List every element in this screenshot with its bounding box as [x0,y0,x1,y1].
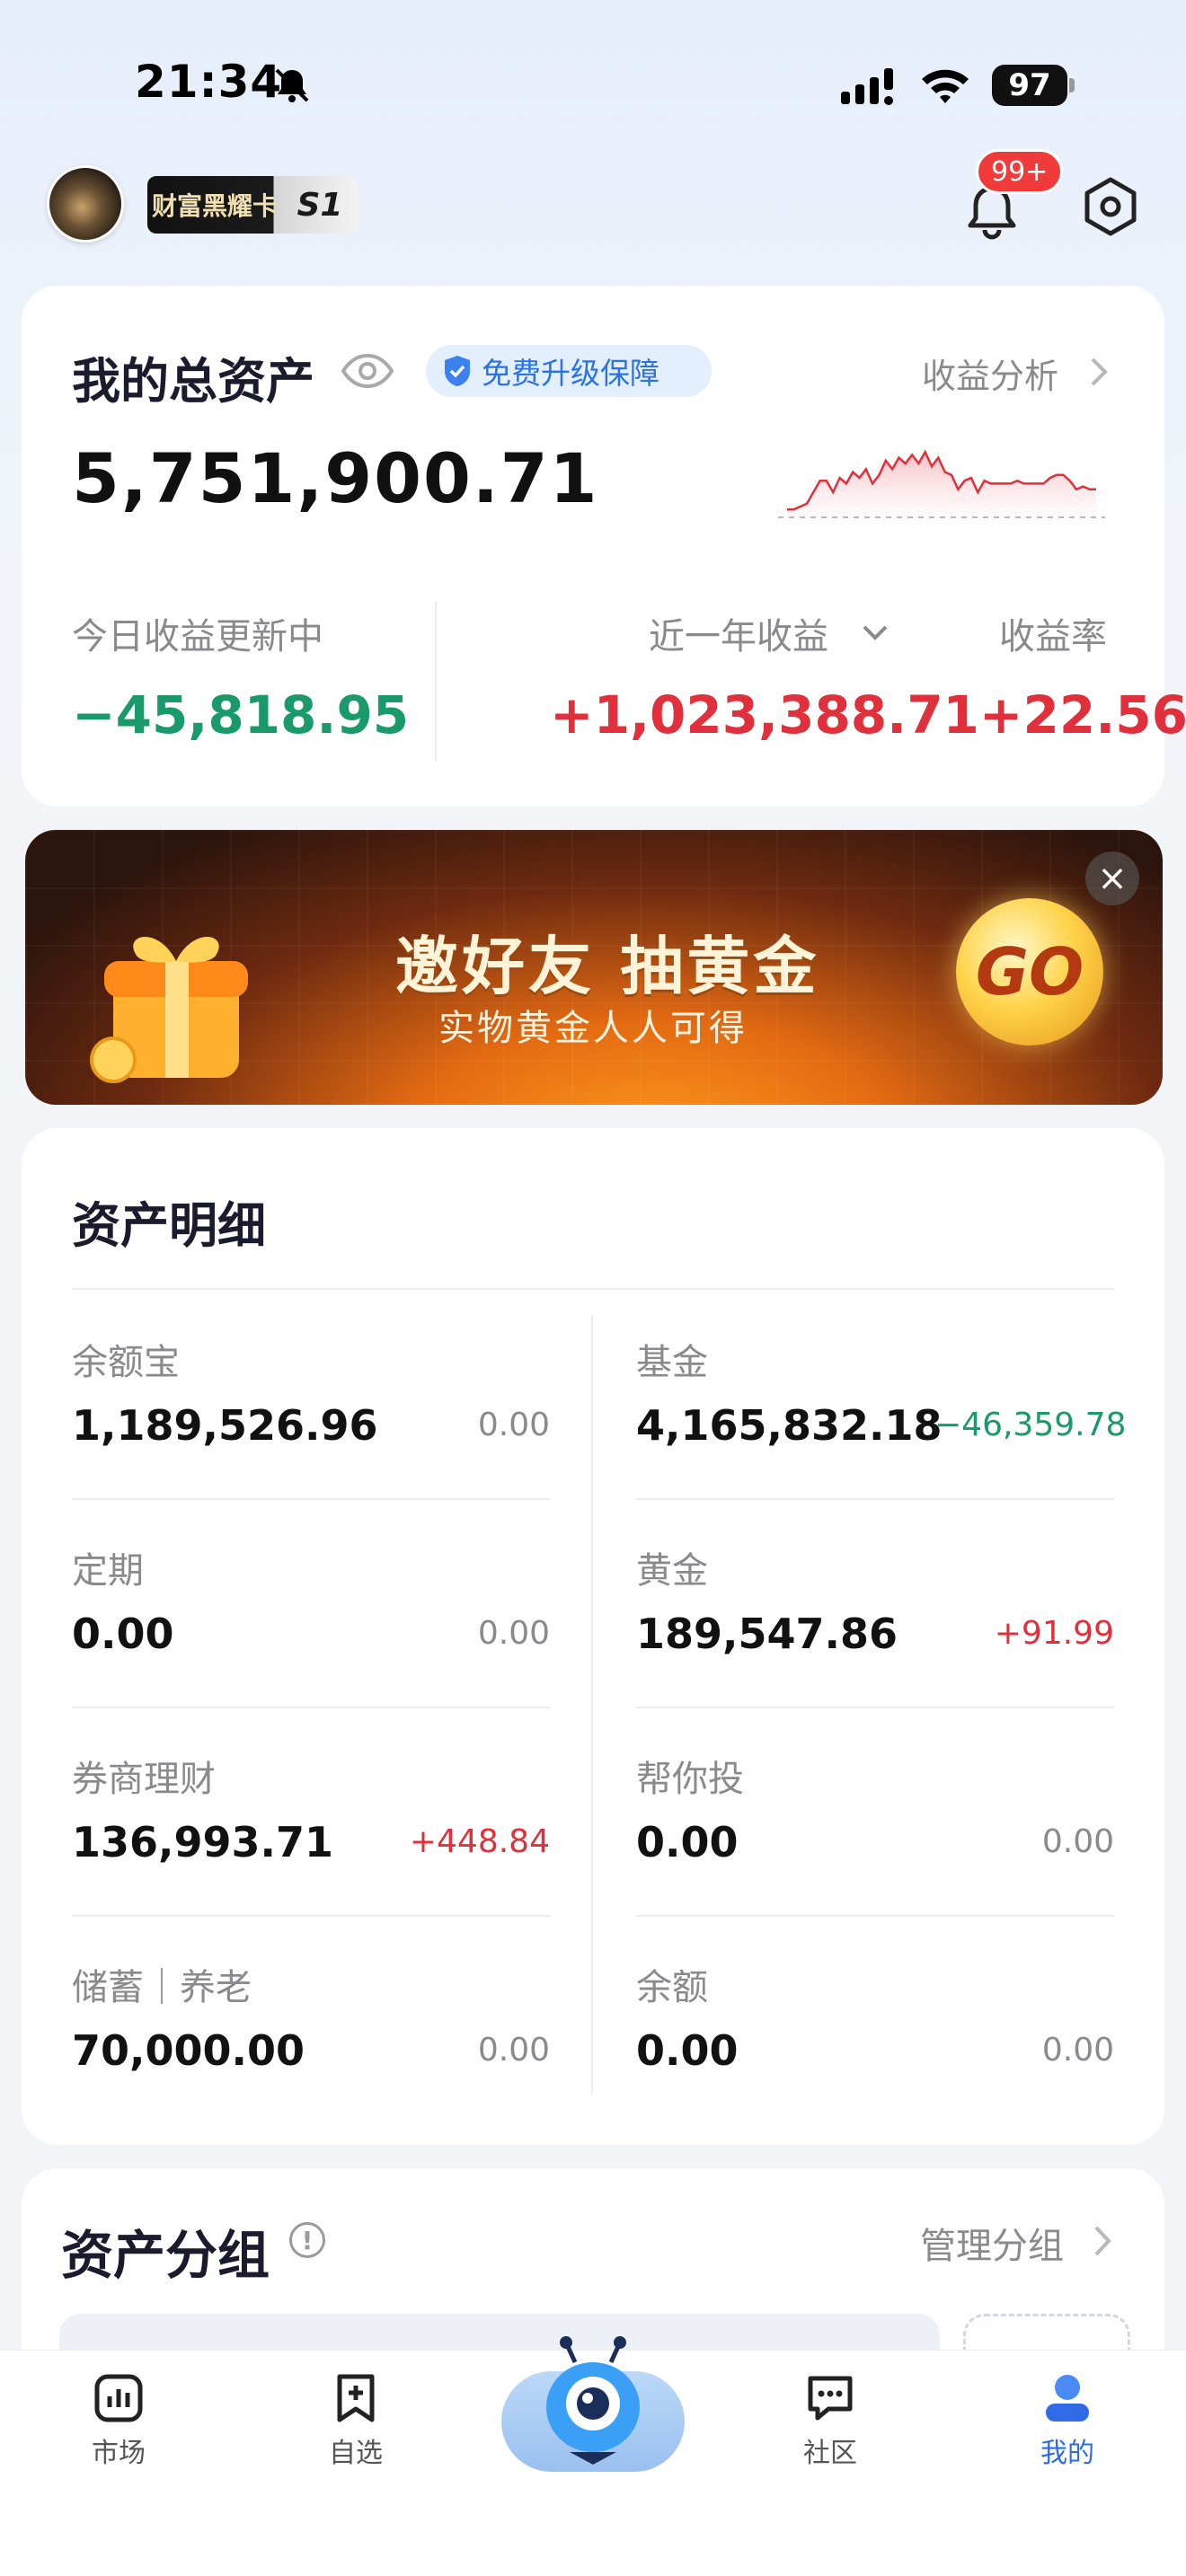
gift-box-icon [90,936,248,1083]
return-rate-value: +22.56% [978,684,1186,745]
divider [72,1288,1114,1290]
banner-title: 邀好友 抽黄金 [395,930,820,1003]
asset-item-change: 0.00 [477,1615,550,1652]
asset-item-label[interactable]: 黄金 [636,1541,708,1593]
info-icon[interactable]: ! [289,2222,325,2258]
asset-item-change: 0.00 [477,1407,550,1443]
close-icon[interactable]: × [1085,851,1139,905]
mute-bell-icon [275,68,309,102]
asset-item-value[interactable]: 136,993.71 [72,1818,333,1866]
divider [636,1498,1114,1500]
chevron-right-icon [1094,2226,1111,2256]
vip-card-badge[interactable]: 财富黑耀卡 S1 [147,176,358,234]
divider [636,1915,1114,1917]
tab-community[interactable]: 社区 [758,2371,902,2470]
income-analysis-link[interactable]: 收益分析 [922,348,1058,398]
divider [435,602,437,762]
asset-item-value[interactable]: 189,547.86 [636,1610,898,1658]
divider [72,1498,550,1500]
vip-level: S1 [296,186,343,224]
protection-label: 免费升级保障 [482,356,659,391]
sparkline-area [787,452,1096,517]
divider [636,1707,1114,1708]
asset-item-change: +91.99 [994,1615,1114,1652]
battery-indicator: 97 [992,65,1067,106]
battery-tip [1069,78,1075,93]
asset-item-label[interactable]: 基金 [636,1333,708,1385]
settings-gear-icon[interactable] [1076,172,1145,241]
asset-item-label[interactable]: 余额 [636,1958,708,2010]
total-assets-title: 我的总资产 [72,353,314,410]
tab-mine[interactable]: 我的 [996,2371,1139,2470]
banner-subtitle: 实物黄金人人可得 [438,1008,748,1049]
eye-icon[interactable] [340,347,395,395]
vip-card-label: 财富黑耀卡 [151,191,278,221]
notification-badge: 99+ [976,149,1064,194]
tab-label: 社区 [803,2438,857,2469]
bookmark-plus-icon [337,2374,375,2422]
year-income-and-rate: +1,023,388.71+22.56% [550,684,1186,745]
go-button[interactable]: GO [956,898,1103,1045]
asset-item-value[interactable]: 1,189,526.96 [72,1401,378,1450]
divider [72,1915,550,1917]
asset-detail-title: 资产明细 [72,1197,266,1254]
chevron-down-icon[interactable] [859,620,891,647]
asset-item-label[interactable]: 定期 [72,1541,144,1593]
today-income-value: −45,818.95 [72,684,410,745]
chevron-right-icon [1091,357,1108,386]
market-chart-icon [94,2374,143,2422]
year-income-selector[interactable]: 近一年收益 [649,607,828,659]
avatar[interactable] [47,165,124,243]
wifi-icon [922,69,969,103]
asset-item-value[interactable]: 0.00 [636,1818,739,1866]
asset-item-change: −46,359.78 [934,1407,1127,1443]
asset-item-change: 0.00 [1041,1823,1114,1860]
asset-item-change: 0.00 [477,2032,550,2069]
asset-item-label[interactable]: 余额宝 [72,1333,180,1385]
asset-item-label[interactable]: 券商理财 [72,1750,216,1802]
tab-label: 市场 [92,2438,146,2469]
manage-group-link[interactable]: 管理分组 [920,2217,1064,2269]
mascot-robot-icon [546,2336,640,2465]
status-time: 21:34 [135,56,283,108]
return-rate-label: 收益率 [999,616,1107,657]
asset-item-value[interactable]: 0.00 [636,2026,739,2075]
asset-item-change: 0.00 [1041,2032,1114,2069]
tab-watchlist[interactable]: 自选 [284,2371,428,2470]
tab-label: 自选 [329,2438,383,2469]
asset-item-label[interactable]: 帮你投 [636,1750,744,1802]
asset-item-value[interactable]: 4,165,832.18 [636,1401,943,1450]
asset-item-value[interactable]: 70,000.00 [72,2026,305,2075]
tab-market[interactable]: 市场 [47,2371,190,2470]
tab-label: 我的 [1040,2438,1094,2469]
year-income-value: +1,023,388.71 [550,684,979,745]
chat-bubble-icon [808,2376,853,2421]
signal-icon [841,68,893,105]
total-assets-value: 5,751,900.71 [72,438,599,518]
column-divider [591,1315,593,2095]
shield-icon [445,356,470,386]
user-profile-icon [1046,2375,1089,2422]
divider [72,1707,550,1708]
today-income-label: 今日收益更新中 [72,616,323,657]
asset-item-label[interactable]: 储蓄｜养老 [72,1958,252,2010]
protection-upgrade-chip[interactable]: 免费升级保障 [426,345,712,397]
asset-item-change: +448.84 [409,1823,550,1860]
asset-group-title: 资产分组 [61,2225,270,2286]
asset-item-value[interactable]: 0.00 [72,1610,174,1658]
asset-trend-sparkline[interactable] [778,422,1105,521]
